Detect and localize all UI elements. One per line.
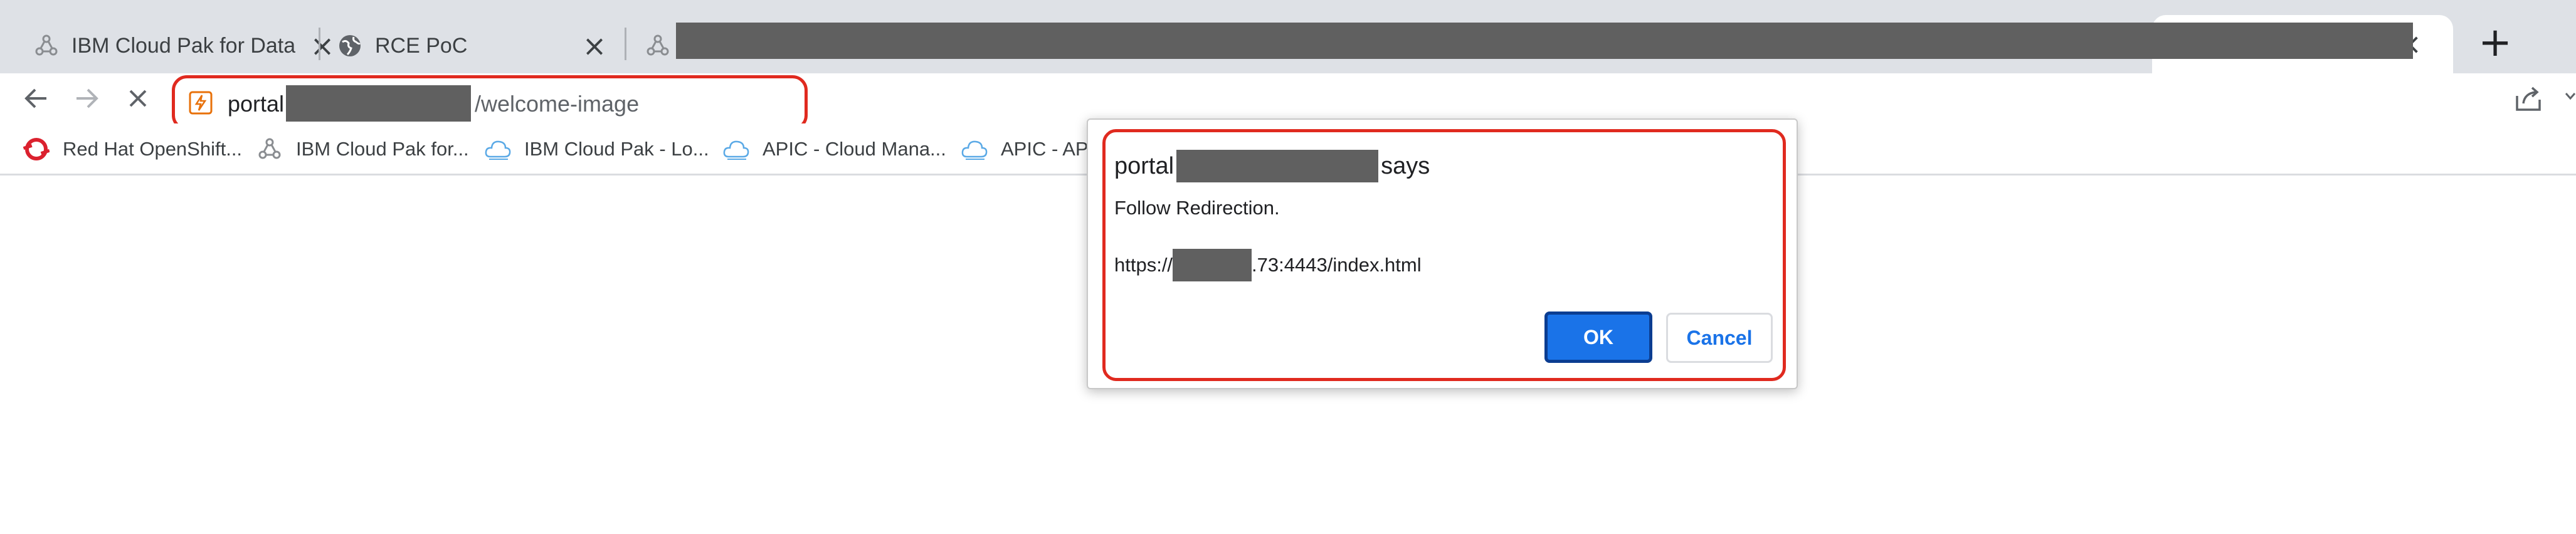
globe-icon	[336, 32, 364, 60]
openshift-icon	[23, 135, 50, 163]
alert-dialog: portal says Follow Redirection. https://…	[1087, 118, 1798, 389]
tab-title: IBM Cloud Pak for Data	[71, 33, 296, 58]
bookmark-ibm-cloud-pak-for[interactable]: IBM Cloud Pak for...	[256, 135, 469, 164]
cloud-pak-icon	[33, 32, 60, 60]
not-secure-icon[interactable]	[189, 91, 213, 115]
bookmark-apic-api[interactable]: APIC - API	[961, 135, 1094, 164]
new-tab-button[interactable]: +	[2473, 21, 2517, 65]
redacted-host	[286, 85, 471, 122]
dialog-url-prefix: https://	[1114, 254, 1173, 276]
cloud-pak-icon	[256, 135, 283, 163]
tab-strip: IBM Cloud Pak for Data × RCE PoC × +	[0, 0, 2576, 73]
bookmark-label: IBM Cloud Pak for...	[296, 138, 469, 160]
tab-ibm-cloud-pak-for-data[interactable]: IBM Cloud Pak for Data ×	[33, 18, 352, 73]
close-icon[interactable]: ×	[581, 31, 608, 60]
dialog-url-suffix: .73:4443/index.html	[1252, 254, 1422, 276]
cloud-pak-icon	[645, 32, 671, 60]
cancel-button[interactable]: Cancel	[1666, 313, 1773, 363]
bookmark-label: IBM Cloud Pak - Lo...	[524, 138, 709, 160]
browser-window: IBM Cloud Pak for Data × RCE PoC × + por…	[0, 0, 2576, 534]
dialog-title-suffix: says	[1381, 152, 1430, 179]
share-icon[interactable]	[2515, 85, 2546, 113]
arrow-left-icon	[24, 88, 46, 108]
bookmark-ibm-cloud-pak-lo[interactable]: IBM Cloud Pak - Lo...	[484, 135, 709, 164]
cloud-outline-icon	[961, 135, 988, 163]
redacted-host	[1176, 150, 1379, 182]
forward-button[interactable]	[68, 80, 105, 117]
close-icon	[129, 90, 147, 107]
address-host: portal	[228, 91, 285, 117]
bookmark-label: APIC - Cloud Mana...	[763, 138, 946, 160]
bookmark-label: APIC - API	[1001, 138, 1094, 160]
stop-button[interactable]	[119, 80, 157, 117]
tab-separator	[625, 28, 626, 60]
dialog-redirect-url: https:// .73:4443/index.html	[1114, 249, 1422, 281]
back-button[interactable]	[18, 80, 55, 117]
address-path: /welcome-image	[475, 91, 640, 117]
ok-button[interactable]: OK	[1544, 312, 1652, 363]
bookmark-label: Red Hat OpenShift...	[63, 138, 243, 160]
tab-rce-poc[interactable]: RCE PoC ×	[336, 18, 625, 73]
chevron-down-icon[interactable]	[2565, 86, 2576, 110]
tab-title: RCE PoC	[375, 33, 468, 58]
address-bar[interactable]: portal /welcome-image	[172, 75, 808, 130]
tab-separator	[319, 28, 320, 60]
arrow-right-icon	[77, 88, 98, 108]
dialog-message: Follow Redirection.	[1114, 197, 1280, 219]
redacted-tab-content	[676, 23, 2413, 59]
dialog-title: portal says	[1114, 150, 1430, 182]
close-icon[interactable]: ×	[309, 31, 336, 60]
redacted-ip	[1173, 249, 1252, 281]
toolbar: portal /welcome-image	[0, 73, 2576, 130]
bookmark-red-hat-openshift[interactable]: Red Hat OpenShift...	[23, 135, 242, 164]
cloud-outline-icon	[722, 135, 750, 163]
dialog-title-prefix: portal	[1114, 152, 1175, 179]
bookmark-apic-cloud-mana[interactable]: APIC - Cloud Mana...	[722, 135, 946, 164]
cloud-outline-icon	[484, 135, 512, 163]
